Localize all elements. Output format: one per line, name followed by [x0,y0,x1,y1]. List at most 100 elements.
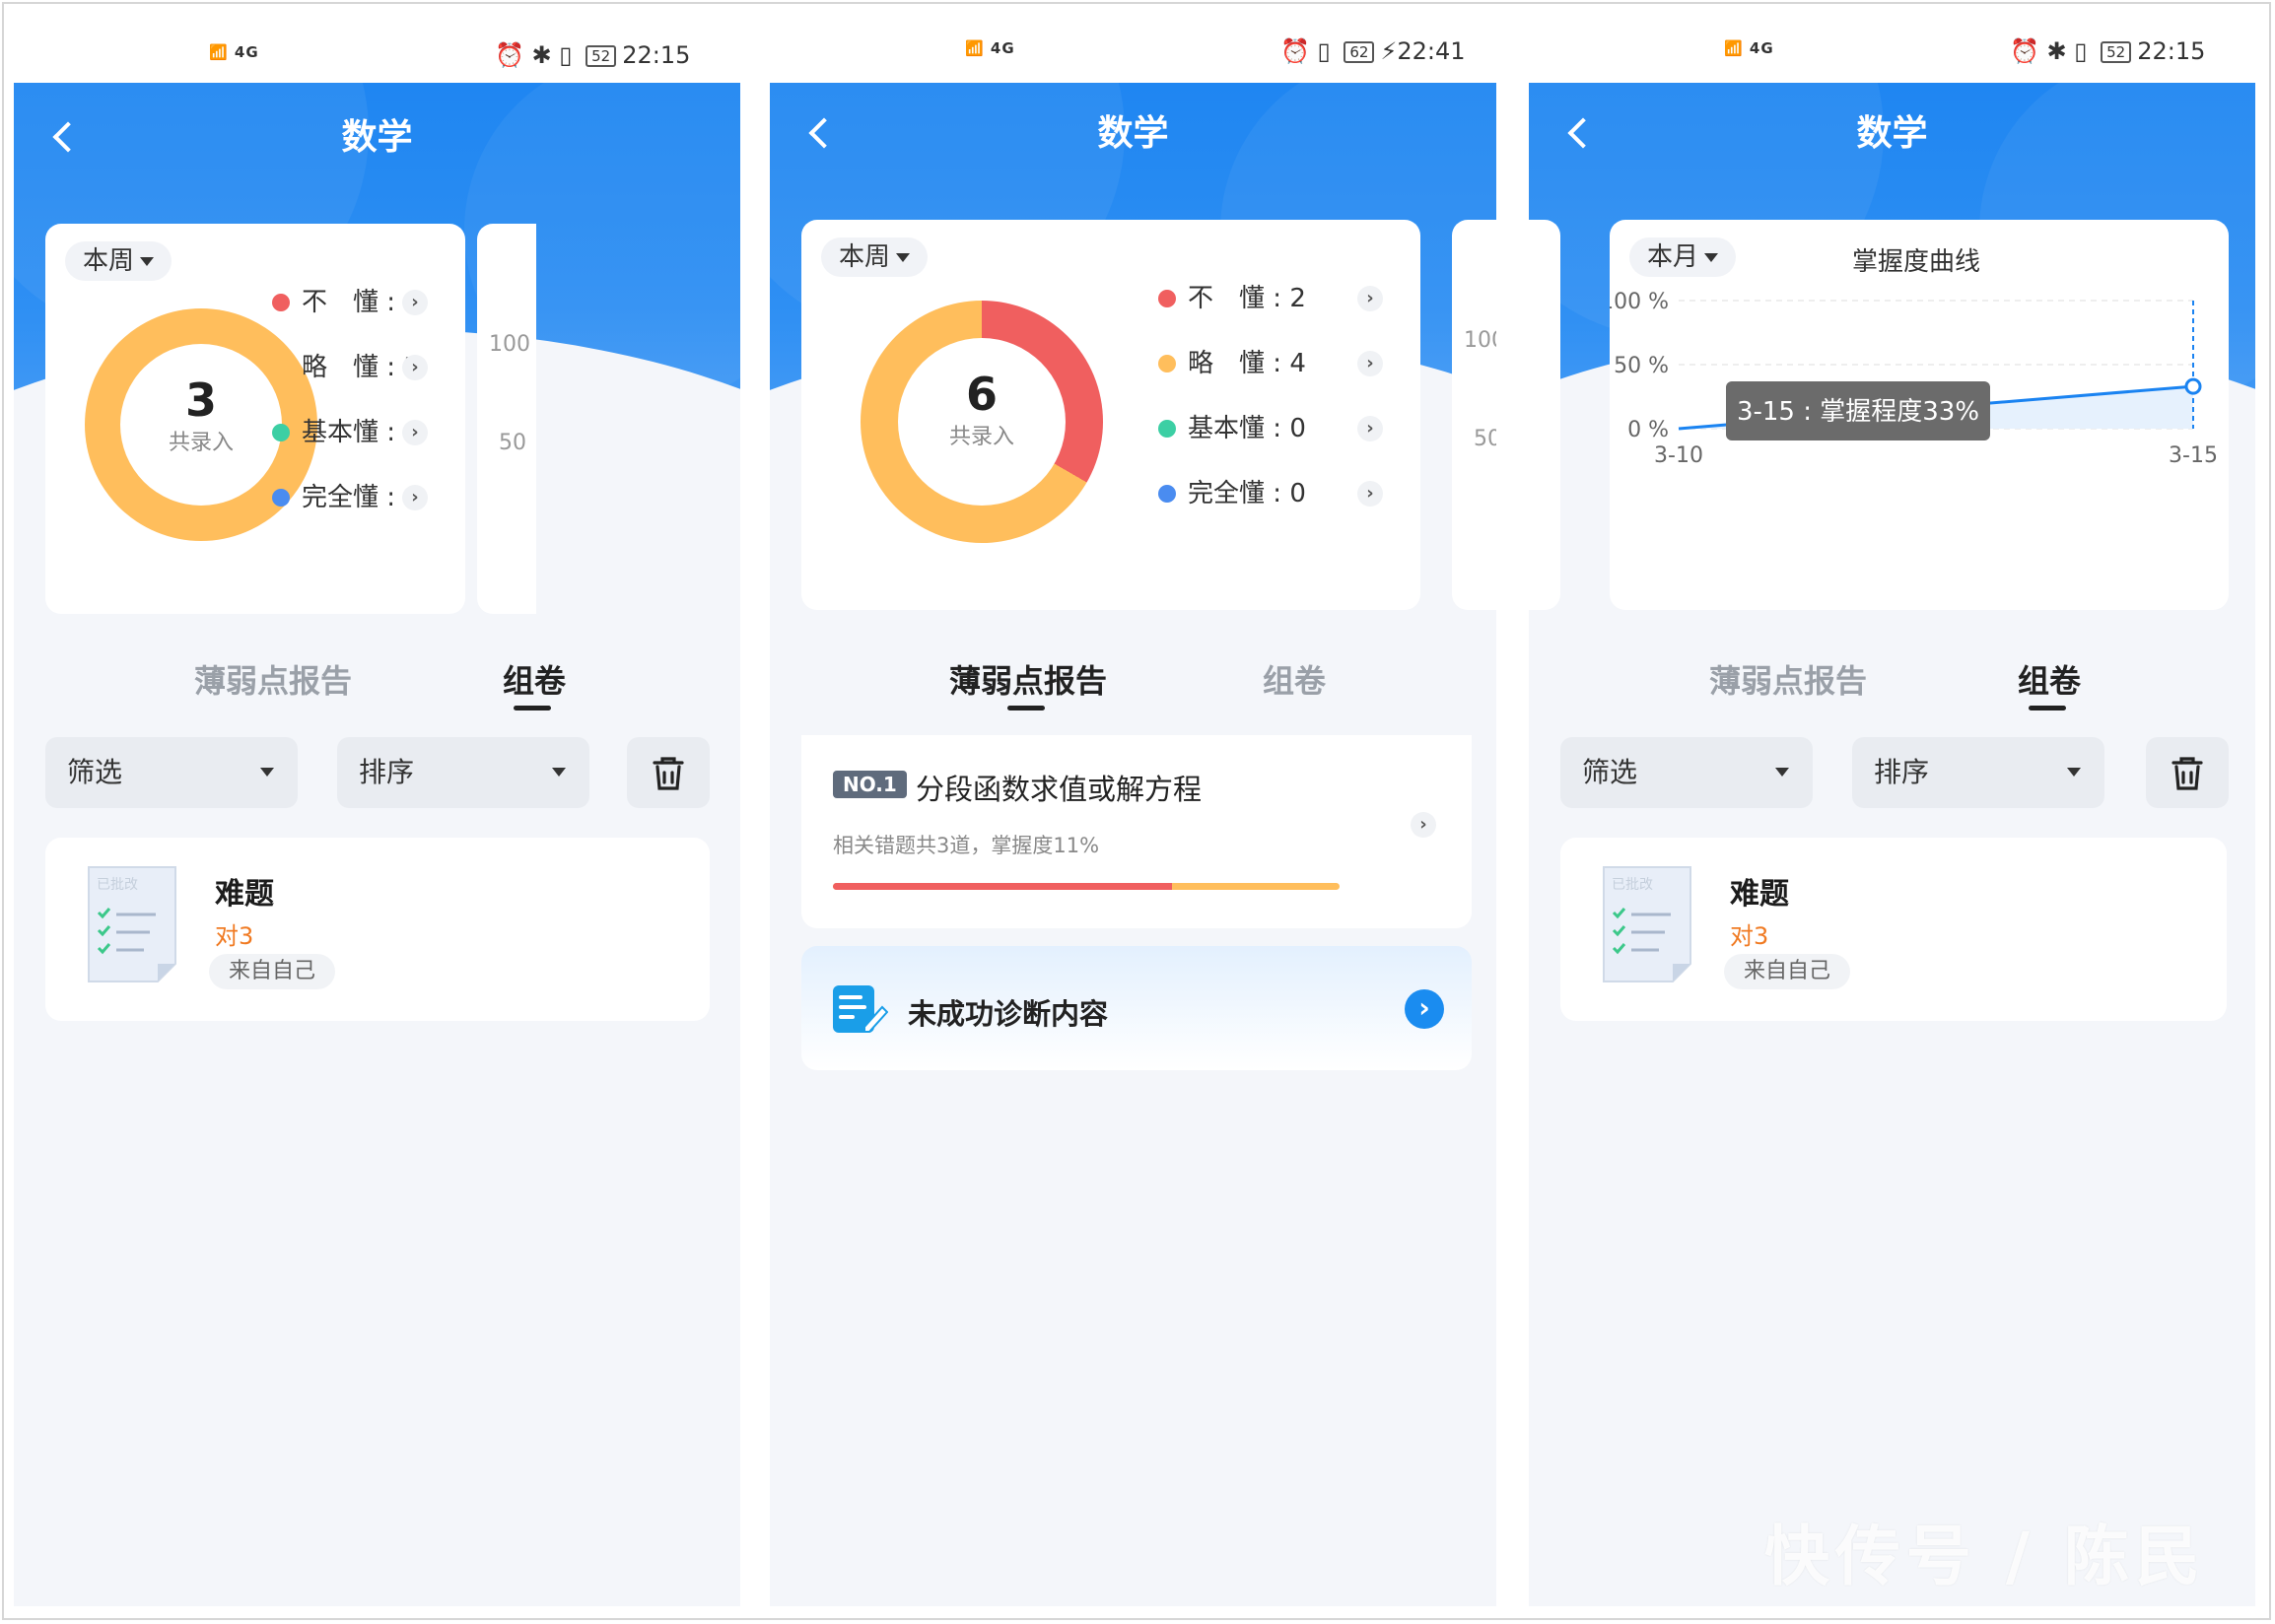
y-tick-label: 50 % [1614,354,1669,378]
stats-card: 本周 6 共录入 不 懂 : 2 略 懂 : 4 基本懂 : 0 完全懂 : 0… [801,220,1420,610]
sort-select[interactable]: 排序 [337,737,589,808]
report-subtitle: 相关错题共3道，掌握度11% [833,834,1100,857]
report-title: 分段函数求值或解方程 [916,773,1203,806]
dropdown-icon [1775,768,1789,777]
delete-button[interactable] [2146,737,2229,808]
status-icons: ⏰ ✱ ▯ 52 22:15 [2010,37,2206,65]
stats-card: 本周 3 共录入 不 懂 : 0 略 懂 : 3 基本懂 : 0 完全懂 : 0… [45,224,465,614]
chevron-right-icon[interactable]: › [402,355,428,380]
document-checklist-icon: 已批改 [1603,866,1691,982]
tab-weakness-report[interactable]: 薄弱点报告 [194,656,352,702]
chevron-right-icon[interactable]: › [1357,481,1383,507]
paper-item[interactable]: 已批改 难题 对3 来自自己 [45,838,710,1021]
phone-screen-3: 📶 4G ⏰ ✱ ▯ 5222:15 数学 本月 掌握度曲线 100 %50 %… [1529,14,2255,1606]
tab-paper-builder[interactable]: 组卷 [1263,656,1326,702]
period-select[interactable]: 本周 [65,241,172,281]
peek-tick: 50 [499,431,526,455]
weakness-report-item[interactable]: NO.1 分段函数求值或解方程 相关错题共3道，掌握度11% › [801,735,1472,928]
legend-count: 2 [1289,284,1306,313]
phone-screen-1: 📶 4G ⏰ ✱ ▯ 5222:15 数学 本周 3 共录入 不 懂 : 0 略… [14,14,740,1606]
mastery-progress-bar [833,883,1340,890]
dropdown-icon [2067,768,2081,777]
legend-dot [272,294,290,311]
y-tick-label: 0 % [1627,418,1669,442]
peek-tick: 50 [1474,427,1496,451]
legend-item[interactable]: 不 懂 : 0 [272,283,420,322]
signal-icon: 📶 4G [209,43,259,61]
next-card-peek[interactable]: 100 50 [1452,220,1496,610]
period-select[interactable]: 本周 [821,237,929,277]
legend-label: 略 懂 [302,353,379,382]
tab-weakness-report[interactable]: 薄弱点报告 [949,656,1107,702]
legend-dot [1158,355,1176,372]
page-title: 数学 [1856,113,1928,154]
tab-paper-builder[interactable]: 组卷 [2018,656,2081,702]
legend-count: 0 [1289,479,1306,508]
battery-icon: 52 [2101,41,2132,63]
legend-item[interactable]: 不 懂 : 2 [1158,279,1306,318]
legend-dot [272,489,290,507]
page-title: 数学 [341,117,413,158]
total-label: 共录入 [168,431,234,455]
prev-card-peek[interactable] [1529,220,1560,610]
tab-indicator [2029,706,2066,710]
chevron-right-icon[interactable]: › [402,485,428,510]
legend-label: 完全懂 [302,483,379,512]
legend-item[interactable]: 完全懂 : 0 [272,478,420,517]
status-time: 22:41 [1397,37,1466,65]
tab-indicator [514,706,551,710]
tab-weakness-report[interactable]: 薄弱点报告 [1709,656,1867,702]
dropdown-icon [140,257,155,266]
legend-dot [272,424,290,441]
trash-icon [653,757,684,790]
legend-item[interactable]: 基本懂 : 0 [272,413,420,452]
chevron-right-icon[interactable]: › [1357,286,1383,311]
undiagnosed-label: 未成功诊断内容 [908,997,1109,1031]
trash-icon [2172,757,2203,790]
chevron-right-icon[interactable]: › [402,290,428,315]
y-tick-label: 100 % [1610,290,1669,314]
status-time: 22:15 [2137,37,2206,65]
status-icons: ⏰ ▯ 62 ⚡22:41 [1280,37,1466,65]
item-score: 对3 [1730,922,1769,950]
legend-item[interactable]: 略 懂 : 3 [272,348,420,387]
legend-item[interactable]: 基本懂 : 0 [1158,409,1306,448]
document-checklist-icon: 已批改 [88,866,176,982]
battery-icon: 52 [586,45,617,67]
filter-select[interactable]: 筛选 [1560,737,1813,808]
delete-button[interactable] [627,737,710,808]
legend-dot [1158,290,1176,307]
arrow-right-icon[interactable]: › [1405,989,1444,1029]
item-title: 难题 [215,877,274,912]
legend-item[interactable]: 略 懂 : 4 [1158,344,1306,383]
signal-icon: 📶 4G [1724,39,1774,57]
legend-item[interactable]: 完全懂 : 0 [1158,474,1306,513]
filter-select[interactable]: 筛选 [45,737,298,808]
item-title: 难题 [1730,877,1789,912]
status-time: 22:15 [622,41,691,69]
tab-paper-builder[interactable]: 组卷 [503,656,566,702]
undiagnosed-card[interactable]: 未成功诊断内容 › [801,946,1472,1070]
chevron-right-icon[interactable]: › [1357,416,1383,441]
sort-select[interactable]: 排序 [1852,737,2104,808]
edit-document-icon [833,985,888,1033]
tooltip-text: 3-15 : 掌握程度33% [1737,397,1979,427]
legend-dot [272,359,290,376]
total-label: 共录入 [948,425,1014,449]
rank-badge: NO.1 [833,771,907,798]
chevron-right-icon[interactable]: › [402,420,428,445]
legend-label: 略 懂 [1188,349,1266,378]
next-card-peek[interactable]: 100 50 [477,224,536,614]
chevron-right-icon[interactable]: › [1357,351,1383,376]
total-count: 3 [184,373,217,427]
legend-label: 基本懂 [302,418,379,447]
paper-item[interactable]: 已批改 难题 对3 来自自己 [1560,838,2227,1021]
tab-indicator [1007,706,1045,710]
legend-label: 完全懂 [1188,479,1266,508]
peek-tick: 100 [1464,328,1496,353]
dropdown-icon [896,253,911,262]
chevron-right-icon[interactable]: › [1411,812,1436,838]
peek-tick: 100 [489,332,530,357]
status-bar: 📶 4G ⏰ ✱ ▯ 52 22:15 [14,14,740,83]
donut-center: 6 共录入 [898,338,1066,506]
